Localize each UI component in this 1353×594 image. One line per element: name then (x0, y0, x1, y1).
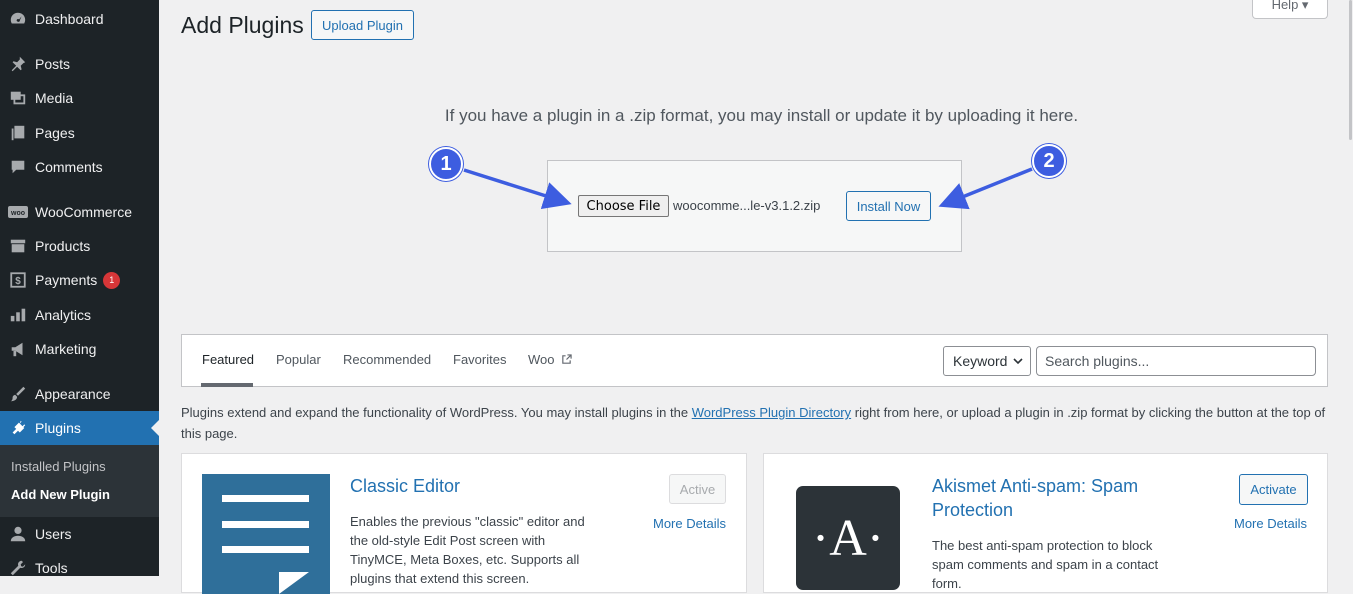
sidebar-item-label: Tools (35, 560, 68, 576)
plugin-card-classic-editor: Classic Editor Enables the previous "cla… (181, 453, 747, 594)
sidebar-item-products[interactable]: Products (0, 229, 159, 263)
external-link-icon (562, 354, 572, 364)
akismet-logo-letter: ·A· (811, 509, 885, 567)
sidebar-item-users[interactable]: Users (0, 517, 159, 551)
woo-icon: woo (8, 202, 28, 222)
plugins-submenu: Installed Plugins Add New Plugin (0, 445, 159, 517)
sidebar-item-appearance[interactable]: Appearance (0, 377, 159, 411)
search-type-select[interactable]: Keyword (943, 346, 1031, 376)
megaphone-icon (8, 339, 28, 359)
notification-badge: 1 (103, 271, 121, 289)
plugins-intro-text: Plugins extend and expand the functional… (181, 402, 1331, 444)
sidebar-item-label: Comments (35, 159, 103, 175)
classic-editor-logo (202, 474, 330, 594)
sidebar-item-label: Pages (35, 125, 75, 141)
dollar-icon: $ (8, 270, 28, 290)
dashboard-icon (8, 9, 28, 29)
sidebar-item-label: Products (35, 238, 91, 254)
search-type-value: Keyword (953, 353, 1008, 369)
upload-plugin-button[interactable]: Upload Plugin (311, 10, 414, 40)
help-tab-button[interactable]: Help ▾ (1252, 0, 1328, 19)
tab-woo[interactable]: Woo (528, 352, 572, 367)
admin-sidebar: Dashboard Posts Media Pages Comments woo… (0, 0, 159, 576)
plug-icon (8, 418, 28, 438)
akismet-logo: ·A· (796, 486, 900, 590)
brush-icon (8, 384, 28, 404)
plugin-description: Enables the previous "classic" editor an… (350, 514, 585, 586)
svg-text:$: $ (15, 276, 21, 287)
sidebar-item-label: Marketing (35, 341, 97, 357)
sidebar-item-label: Payments (35, 272, 98, 288)
tab-recommended[interactable]: Recommended (343, 352, 431, 367)
install-now-button[interactable]: Install Now (846, 191, 931, 221)
plugin-description: The best anti-spam protection to block s… (932, 538, 1159, 591)
sidebar-item-label: Plugins (35, 420, 81, 436)
active-tab-indicator (201, 383, 253, 387)
plugin-title[interactable]: Classic Editor (350, 474, 460, 498)
sidebar-item-label: Media (35, 90, 74, 106)
sidebar-item-payments[interactable]: $ Payments 1 (0, 263, 159, 297)
sidebar-item-tools[interactable]: Tools (0, 551, 159, 585)
media-icon (8, 88, 28, 108)
upload-instruction: If you have a plugin in a .zip format, y… (444, 106, 1079, 125)
sidebar-item-woocommerce[interactable]: woo WooCommerce (0, 195, 159, 229)
tab-woo-label: Woo (528, 352, 555, 367)
selected-file-name: woocomme...le-v3.1.2.zip (673, 198, 821, 213)
tab-favorites[interactable]: Favorites (453, 352, 506, 367)
choose-file-button[interactable]: Choose File (578, 195, 669, 217)
sidebar-item-plugins[interactable]: Plugins (0, 411, 159, 445)
page-title: Add Plugins (181, 12, 304, 38)
submenu-add-new-plugin[interactable]: Add New Plugin (11, 487, 110, 502)
plugin-directory-link[interactable]: WordPress Plugin Directory (692, 405, 851, 420)
comment-icon (8, 157, 28, 177)
sidebar-item-posts[interactable]: Posts (0, 47, 159, 81)
active-status-button: Active (669, 474, 726, 504)
intro-text-before: Plugins extend and expand the functional… (181, 405, 692, 420)
sidebar-item-label: WooCommerce (35, 204, 132, 220)
sidebar-item-label: Posts (35, 56, 71, 72)
step-2-marker: 2 (1032, 144, 1066, 178)
submenu-installed-plugins[interactable]: Installed Plugins (11, 459, 106, 474)
sidebar-item-label: Appearance (35, 386, 111, 402)
sidebar-item-marketing[interactable]: Marketing (0, 332, 159, 366)
svg-text:woo: woo (10, 210, 25, 217)
pin-icon (8, 54, 28, 74)
more-details-link[interactable]: More Details (653, 516, 726, 531)
step-1-marker: 1 (429, 147, 463, 181)
tab-featured[interactable]: Featured (202, 352, 254, 367)
sidebar-item-label: Dashboard (35, 11, 104, 27)
users-icon (8, 524, 28, 544)
wrench-icon (8, 558, 28, 578)
more-details-link[interactable]: More Details (1234, 516, 1307, 531)
plugin-title[interactable]: Akismet Anti-spam: Spam Protection (932, 474, 1172, 522)
archive-icon (8, 236, 28, 256)
search-plugins-input[interactable] (1036, 346, 1316, 376)
chevron-down-icon (1013, 358, 1024, 365)
sidebar-item-label: Analytics (35, 307, 92, 323)
sidebar-item-comments[interactable]: Comments (0, 150, 159, 184)
sidebar-item-analytics[interactable]: Analytics (0, 298, 159, 332)
pages-icon (8, 123, 28, 143)
sidebar-item-dashboard[interactable]: Dashboard (0, 2, 159, 36)
sidebar-item-label: Users (35, 526, 72, 542)
plugin-card-akismet: ·A· Akismet Anti-spam: Spam Protection T… (763, 453, 1328, 593)
bar-chart-icon (8, 305, 28, 325)
tab-popular[interactable]: Popular (276, 352, 321, 367)
activate-button[interactable]: Activate (1239, 474, 1308, 505)
